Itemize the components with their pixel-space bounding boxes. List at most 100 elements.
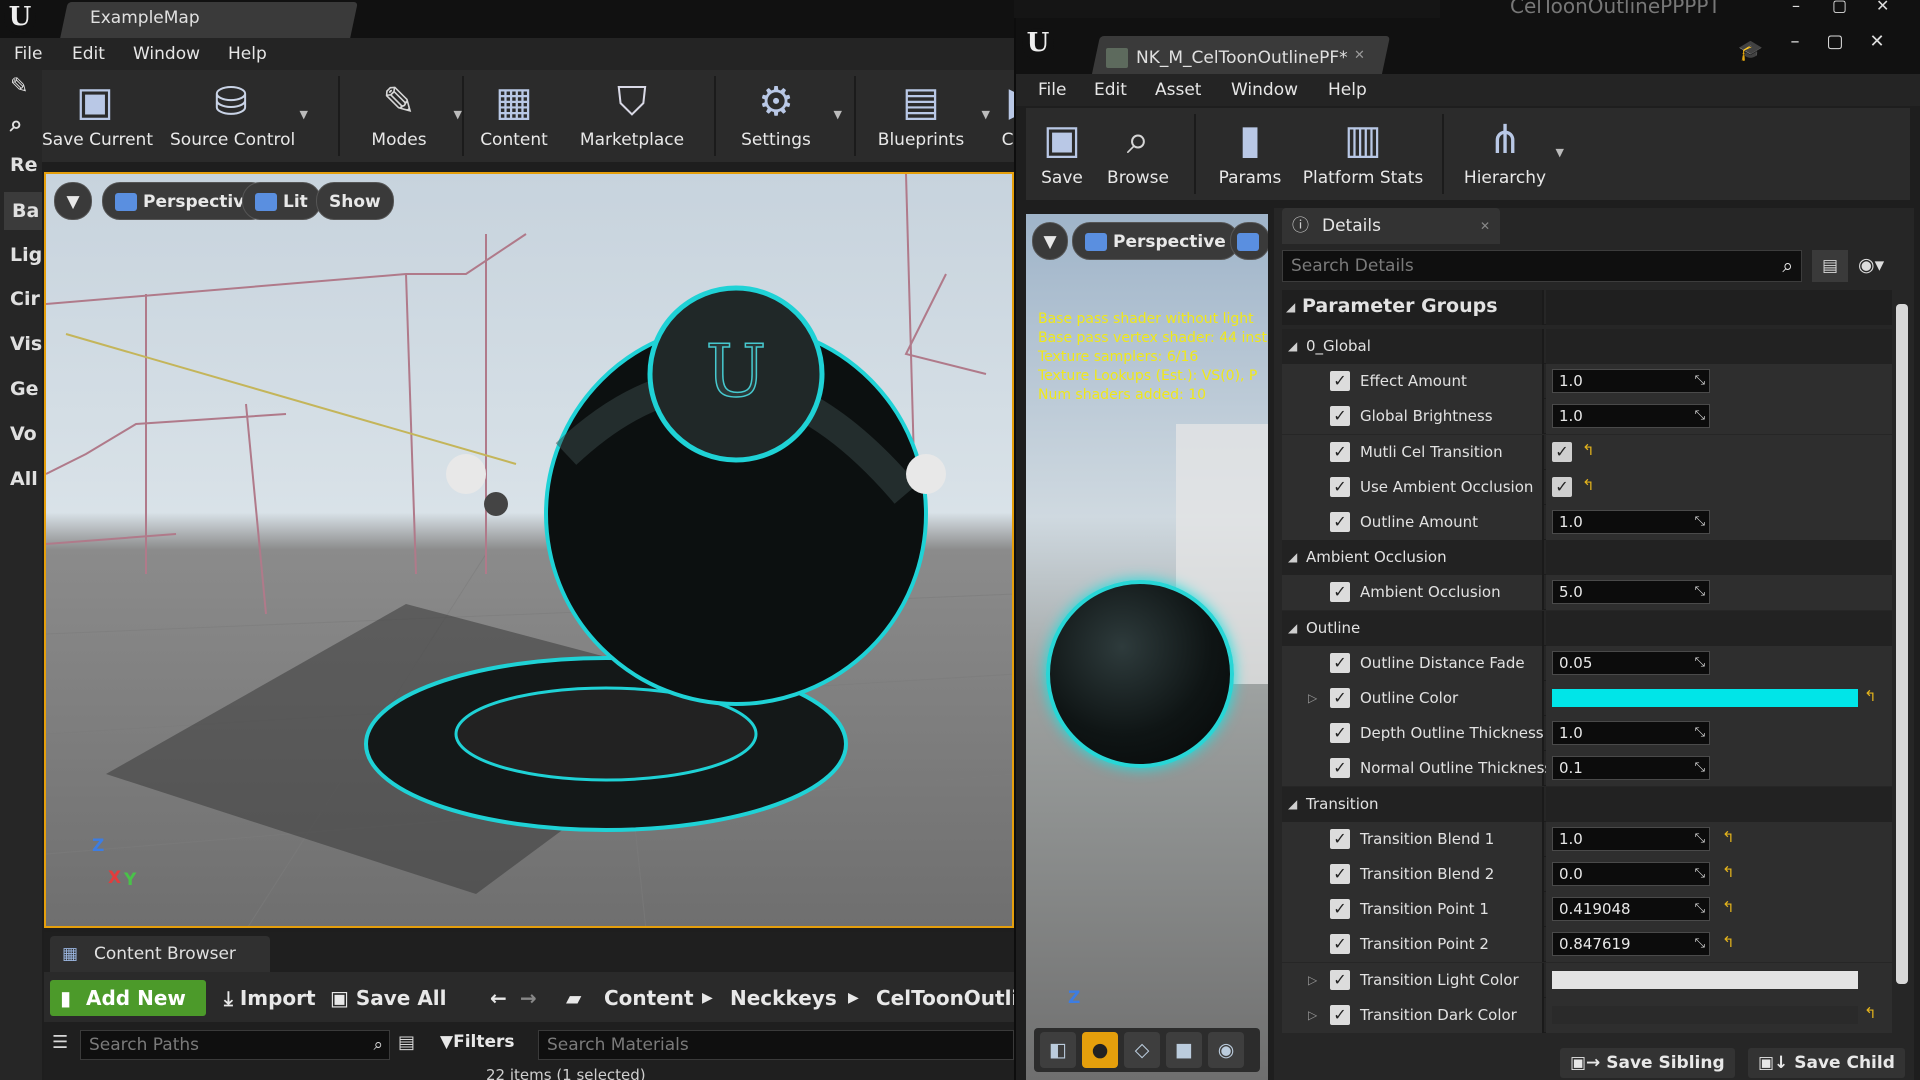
minimize-icon[interactable]: – xyxy=(1792,0,1800,15)
drag-arrow-icon[interactable]: ⤡ xyxy=(1695,581,1705,603)
parameter-groups-header[interactable]: ◢ Parameter Groups xyxy=(1282,290,1892,325)
menu-asset[interactable]: Asset xyxy=(1155,80,1201,100)
close-icon[interactable]: ✕ xyxy=(1876,0,1889,15)
outline-color-swatch[interactable] xyxy=(1552,689,1858,707)
drag-arrow-icon[interactable]: ⤡ xyxy=(1695,405,1705,427)
drag-arrow-icon[interactable]: ⤡ xyxy=(1695,863,1705,885)
import-button[interactable]: ⤓ Import xyxy=(224,986,316,1010)
expand-triangle-icon[interactable]: ◢ xyxy=(1288,550,1297,564)
platform-stats-button[interactable]: ▥ Platform Stats xyxy=(1302,108,1424,200)
params-button[interactable]: ▮ Params xyxy=(1208,108,1292,200)
source-control-button[interactable]: ⛁ Source Control ▼ xyxy=(170,70,308,162)
sphere-icon[interactable]: ● xyxy=(1082,1032,1118,1068)
menu-edit[interactable]: Edit xyxy=(1094,80,1127,100)
menu-file[interactable]: File xyxy=(14,44,42,64)
drag-arrow-icon[interactable]: ⤡ xyxy=(1695,652,1705,674)
enable-checkbox[interactable]: ✓ xyxy=(1330,829,1350,849)
reset-arrow-icon[interactable]: ↰ xyxy=(1582,476,1595,494)
close-tab-icon[interactable]: ✕ xyxy=(1480,208,1490,244)
menu-window[interactable]: Window xyxy=(133,44,200,64)
cylinder-icon[interactable]: ◧ xyxy=(1040,1032,1076,1068)
ambient-occlusion-input[interactable]: 5.0 ⤡ xyxy=(1552,580,1710,604)
blueprints-button[interactable]: ▤ Blueprints ▼ xyxy=(868,70,990,162)
teapot-icon[interactable]: ◉ xyxy=(1208,1032,1244,1068)
reset-arrow-icon[interactable]: ↰ xyxy=(1722,933,1735,951)
modes-button[interactable]: ✎ Modes ▼ xyxy=(352,70,462,162)
global-brightness-input[interactable]: 1.0 ⤡ xyxy=(1552,404,1710,428)
maximize-icon[interactable]: ▢ xyxy=(1816,30,1854,56)
chevron-down-icon[interactable]: ▼ xyxy=(454,108,462,121)
show-button[interactable]: Show xyxy=(316,182,394,220)
expand-triangle-icon[interactable]: ◢ xyxy=(1288,621,1297,635)
chevron-down-icon[interactable]: ▼ xyxy=(834,108,842,121)
transition-point-1-input[interactable]: 0.419048 ⤡ xyxy=(1552,897,1710,921)
collapsed-triangle-icon[interactable]: ▷ xyxy=(1308,973,1317,987)
breadcrumb-celtoon[interactable]: CelToonOutlin xyxy=(876,986,1014,1010)
sidebar-tab-cinematic[interactable]: Cir xyxy=(10,288,40,310)
enable-checkbox[interactable]: ✓ xyxy=(1330,442,1350,462)
sidebar-tab-all[interactable]: All xyxy=(10,468,38,490)
sidebar-tab-recent[interactable]: Re xyxy=(10,154,38,176)
view-options-icon[interactable]: ▤ xyxy=(398,1032,415,1053)
drag-arrow-icon[interactable]: ⤡ xyxy=(1695,722,1705,744)
sidebar-tab-volumes[interactable]: Vo xyxy=(10,423,37,445)
material-preview-viewport[interactable]: ▼ Perspective Base pass shader without l… xyxy=(1026,214,1268,1080)
content-button[interactable]: ▦ Content xyxy=(474,70,554,162)
reset-arrow-icon[interactable]: ↰ xyxy=(1722,863,1735,881)
preview-options-button[interactable]: ▼ xyxy=(1032,222,1068,260)
marketplace-button[interactable]: ⛉ Marketplace xyxy=(564,70,700,162)
transition-dark-color-swatch[interactable] xyxy=(1552,1006,1858,1024)
drag-arrow-icon[interactable]: ⤡ xyxy=(1695,828,1705,850)
enable-checkbox[interactable]: ✓ xyxy=(1330,512,1350,532)
enable-checkbox[interactable]: ✓ xyxy=(1330,406,1350,426)
enable-checkbox[interactable]: ✓ xyxy=(1330,688,1350,708)
enable-checkbox[interactable]: ✓ xyxy=(1330,1005,1350,1025)
sources-toggle-icon[interactable]: ☰ xyxy=(52,1032,68,1053)
transition-blend-1-input[interactable]: 1.0 ⤡ xyxy=(1552,827,1710,851)
close-icon[interactable]: ✕ xyxy=(1858,30,1896,56)
expand-triangle-icon[interactable]: ◢ xyxy=(1288,339,1297,353)
details-tab[interactable]: ⓘ Details ✕ xyxy=(1282,208,1500,244)
effect-amount-input[interactable]: 1.0 ⤡ xyxy=(1552,369,1710,393)
sidebar-tab-basic[interactable]: Ba xyxy=(4,192,42,230)
outline-distance-fade-input[interactable]: 0.05 ⤡ xyxy=(1552,651,1710,675)
lit-button[interactable]: Lit xyxy=(242,182,321,220)
drag-arrow-icon[interactable]: ⤡ xyxy=(1695,898,1705,920)
tutorial-icon[interactable]: 🎓 xyxy=(1738,38,1763,62)
hierarchy-button[interactable]: ⋔ Hierarchy ▼ xyxy=(1456,108,1564,200)
mutli-cel-transition-checkbox[interactable]: ✓ xyxy=(1552,442,1572,462)
enable-checkbox[interactable]: ✓ xyxy=(1330,864,1350,884)
enable-checkbox[interactable]: ✓ xyxy=(1330,477,1350,497)
minimize-icon[interactable]: – xyxy=(1776,30,1814,56)
collapsed-triangle-icon[interactable]: ▷ xyxy=(1308,691,1317,705)
maximize-icon[interactable]: ▢ xyxy=(1832,0,1847,15)
collapsed-triangle-icon[interactable]: ▷ xyxy=(1308,1008,1317,1022)
outline-amount-input[interactable]: 1.0 ⤡ xyxy=(1552,510,1710,534)
property-matrix-icon[interactable]: ▤ xyxy=(1812,250,1848,282)
save-button[interactable]: ▣ Save xyxy=(1034,108,1090,200)
expand-triangle-icon[interactable]: ◢ xyxy=(1288,797,1297,811)
save-child-button[interactable]: ▣↓ Save Child xyxy=(1748,1048,1905,1078)
drag-arrow-icon[interactable]: ⤡ xyxy=(1695,933,1705,955)
search-paths-input[interactable]: Search Paths ⌕ xyxy=(80,1030,390,1060)
enable-checkbox[interactable]: ✓ xyxy=(1330,653,1350,673)
depth-outline-thickness-input[interactable]: 1.0 ⤡ xyxy=(1552,721,1710,745)
transition-light-color-swatch[interactable] xyxy=(1552,971,1858,989)
details-scrollbar[interactable] xyxy=(1896,304,1908,984)
save-current-button[interactable]: ▣ Save Current xyxy=(42,70,153,162)
reset-arrow-icon[interactable]: ↰ xyxy=(1864,687,1877,705)
menu-edit[interactable]: Edit xyxy=(72,44,105,64)
chevron-down-icon[interactable]: ▼ xyxy=(982,108,990,121)
breadcrumb-content[interactable]: Content xyxy=(604,986,694,1010)
content-browser-tab[interactable]: ▦ Content Browser xyxy=(50,936,270,972)
enable-checkbox[interactable]: ✓ xyxy=(1330,758,1350,778)
cube-icon[interactable]: ■ xyxy=(1166,1032,1202,1068)
category-transition[interactable]: ◢ Transition xyxy=(1282,787,1892,822)
drag-arrow-icon[interactable]: ⤡ xyxy=(1695,757,1705,779)
forward-arrow-icon[interactable]: → xyxy=(520,986,537,1010)
reset-arrow-icon[interactable]: ↰ xyxy=(1864,1004,1877,1022)
menu-file[interactable]: File xyxy=(1038,80,1066,100)
chevron-down-icon[interactable]: ▼ xyxy=(300,108,308,121)
chevron-down-icon[interactable]: ▼ xyxy=(1556,146,1564,159)
category-0-global[interactable]: ◢ 0_Global xyxy=(1282,329,1892,364)
